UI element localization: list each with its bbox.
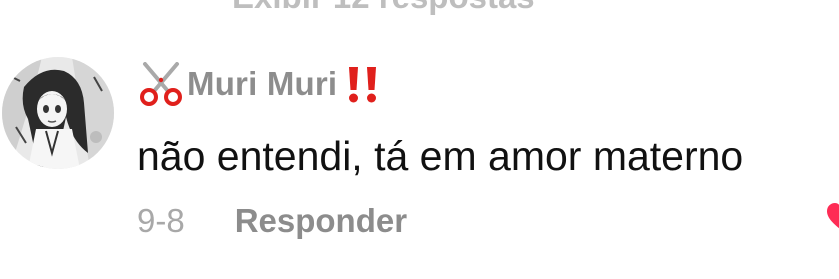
- heart-icon[interactable]: [826, 202, 839, 232]
- comment-date: 9-8: [137, 202, 185, 239]
- scissors-icon: [140, 62, 182, 106]
- comment-meta: 9-8 Responder: [137, 202, 407, 240]
- double-exclamation-icon: [349, 67, 377, 103]
- reply-button[interactable]: Responder: [235, 202, 407, 240]
- comment-text: não entendi, tá em amor materno: [137, 133, 744, 179]
- avatar-illustration: [2, 57, 114, 169]
- avatar[interactable]: [2, 57, 114, 169]
- comment-header: Muri Muri: [137, 61, 383, 107]
- username[interactable]: Muri Muri: [187, 65, 337, 103]
- view-replies-link[interactable]: Exibir 12 respostas: [232, 0, 535, 16]
